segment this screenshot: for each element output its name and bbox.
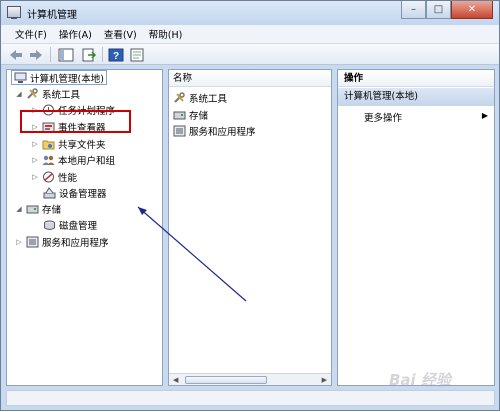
help-icon[interactable]: ? bbox=[108, 47, 124, 62]
window-title: 计算机管理 bbox=[27, 10, 77, 21]
back-arrow-icon[interactable] bbox=[9, 47, 23, 62]
list-item[interactable]: 服务和应用程序 bbox=[173, 124, 256, 138]
tree-item-shared-folders[interactable]: ▷ 共享文件夹 bbox=[31, 136, 106, 151]
minimize-button[interactable]: – bbox=[401, 1, 426, 19]
title-bar[interactable]: 计算机管理 – □ ✕ bbox=[1, 1, 499, 25]
tree-item-label: 系统工具 bbox=[42, 89, 81, 101]
collapse-triangle-icon[interactable]: ◢ bbox=[15, 205, 23, 213]
tree-item-label: 本地用户和组 bbox=[58, 155, 116, 167]
services-icon bbox=[173, 125, 186, 137]
actions-pane: 操作 计算机管理(本地) 更多操作 ▶ bbox=[337, 69, 495, 386]
menu-action[interactable]: 操作(A) bbox=[59, 27, 92, 41]
tree-item-storage[interactable]: ◢ 存储 bbox=[15, 201, 61, 216]
tree-item-label: 服务和应用程序 bbox=[42, 237, 109, 249]
close-button[interactable]: ✕ bbox=[451, 1, 493, 19]
tree-item-label: 计算机管理(本地) bbox=[30, 73, 104, 85]
show-hide-console-tree-icon[interactable] bbox=[58, 47, 74, 62]
scroll-left-icon[interactable]: ◀ bbox=[173, 376, 178, 384]
performance-icon bbox=[42, 171, 55, 183]
toolbar-divider bbox=[102, 47, 103, 62]
submenu-arrow-icon[interactable]: ▶ bbox=[482, 111, 488, 120]
storage-icon bbox=[173, 109, 186, 121]
tree-item-computer-management[interactable]: 计算机管理(本地) bbox=[11, 70, 107, 85]
maximize-button[interactable]: □ bbox=[426, 1, 451, 19]
menu-bar: 文件(F) 操作(A) 查看(V) 帮助(H) bbox=[1, 25, 499, 44]
computer-management-window: 计算机管理 – □ ✕ 文件(F) 操作(A) 查看(V) 帮助(H) ? 计算… bbox=[0, 0, 500, 411]
device-manager-highlight-box bbox=[20, 110, 131, 133]
list-item[interactable]: 系统工具 bbox=[173, 91, 227, 105]
forward-arrow-icon[interactable] bbox=[29, 47, 43, 62]
scroll-right-icon[interactable]: ▶ bbox=[322, 376, 327, 384]
tree-item-local-users[interactable]: ▷ 本地用户和组 bbox=[31, 152, 115, 167]
device-manager-icon bbox=[43, 186, 56, 199]
menu-file[interactable]: 文件(F) bbox=[15, 27, 47, 41]
toolbar: ? bbox=[1, 44, 499, 65]
computer-management-icon bbox=[7, 6, 21, 19]
expand-triangle-icon[interactable]: ▷ bbox=[31, 140, 39, 148]
tree-item-system-tools[interactable]: ◢ 系统工具 bbox=[15, 86, 80, 101]
status-bar bbox=[6, 390, 495, 406]
tree-item-disk-management[interactable]: 磁盘管理 bbox=[43, 217, 97, 232]
disk-icon bbox=[43, 219, 56, 231]
collapse-triangle-icon[interactable]: ◢ bbox=[15, 90, 23, 98]
tree-item-label: 性能 bbox=[58, 172, 78, 184]
tools-icon bbox=[173, 92, 186, 104]
tools-icon bbox=[26, 87, 39, 100]
expand-triangle-icon[interactable]: ▷ bbox=[15, 238, 23, 246]
menu-view[interactable]: 查看(V) bbox=[104, 27, 137, 41]
tree-item-services-apps[interactable]: ▷ 服务和应用程序 bbox=[15, 234, 109, 249]
tree-item-performance[interactable]: ▷ 性能 bbox=[31, 169, 77, 184]
users-icon bbox=[42, 154, 55, 166]
toolbar-divider bbox=[50, 47, 51, 62]
list-item[interactable]: 存储 bbox=[173, 108, 208, 122]
properties-icon[interactable] bbox=[129, 47, 145, 62]
tree-item-label: 设备管理器 bbox=[59, 188, 107, 200]
actions-section-title[interactable]: 计算机管理(本地) bbox=[338, 88, 494, 106]
tree-item-device-manager[interactable]: 设备管理器 bbox=[43, 185, 107, 200]
tree-item-label: 磁盘管理 bbox=[59, 220, 98, 232]
shared-folder-icon bbox=[42, 138, 55, 150]
window-controls: – □ ✕ bbox=[401, 1, 493, 19]
list-item-label: 系统工具 bbox=[189, 94, 228, 105]
list-item-label: 服务和应用程序 bbox=[189, 127, 256, 138]
actions-header: 操作 bbox=[338, 70, 494, 87]
results-list-pane[interactable]: 名称 系统工具 存储 服务和应用程序 ◀ ▶ bbox=[168, 69, 332, 386]
expand-triangle-icon[interactable]: ▷ bbox=[31, 173, 39, 181]
storage-icon bbox=[26, 203, 39, 215]
column-header-name[interactable]: 名称 bbox=[169, 70, 331, 87]
tree-item-label: 存储 bbox=[42, 204, 62, 216]
more-actions-link[interactable]: 更多操作 bbox=[364, 110, 402, 124]
menu-help[interactable]: 帮助(H) bbox=[149, 27, 183, 41]
expand-triangle-icon[interactable]: ▷ bbox=[31, 156, 39, 164]
export-list-icon[interactable] bbox=[81, 47, 97, 62]
watermark: Bai 经验 bbox=[389, 371, 451, 389]
scrollbar-thumb[interactable] bbox=[185, 376, 267, 384]
list-item-label: 存储 bbox=[189, 111, 209, 122]
tree-item-label: 共享文件夹 bbox=[58, 139, 106, 151]
horizontal-scrollbar[interactable]: ◀ ▶ bbox=[169, 373, 331, 385]
services-icon bbox=[26, 236, 39, 248]
computer-icon bbox=[14, 72, 27, 84]
svg-text:?: ? bbox=[113, 51, 119, 62]
